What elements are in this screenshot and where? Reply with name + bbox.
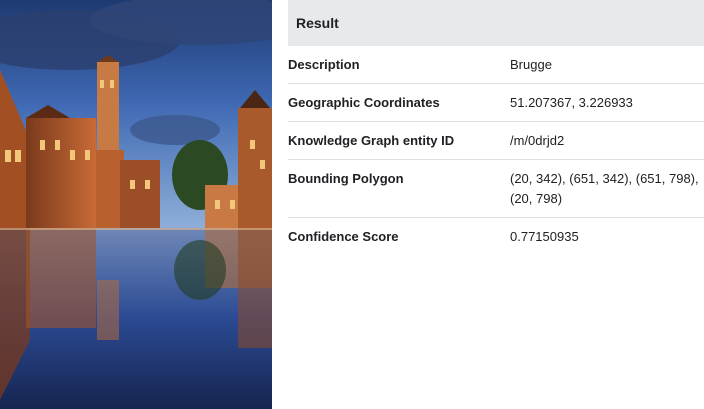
geographic-coordinates-label: Geographic Coordinates — [288, 95, 440, 110]
row-description: Description Brugge — [288, 46, 704, 84]
result-panel: Result Description Brugge Geographic Coo… — [288, 0, 704, 409]
landmark-photo — [0, 0, 272, 409]
landmark-image — [0, 0, 272, 409]
description-value: Brugge — [510, 57, 552, 72]
result-header: Result — [288, 0, 704, 46]
row-confidence-score: Confidence Score 0.77150935 — [288, 218, 704, 255]
bounding-polygon-value: (20, 342), (651, 342), (651, 798), (20, … — [510, 171, 699, 206]
row-knowledge-graph-id: Knowledge Graph entity ID /m/0drjd2 — [288, 122, 704, 160]
bounding-polygon-label: Bounding Polygon — [288, 171, 404, 186]
description-label: Description — [288, 57, 360, 72]
confidence-score-value: 0.77150935 — [510, 229, 579, 244]
geographic-coordinates-value: 51.207367, 3.226933 — [510, 95, 633, 110]
knowledge-graph-id-value: /m/0drjd2 — [510, 133, 565, 148]
knowledge-graph-id-label: Knowledge Graph entity ID — [288, 133, 455, 148]
row-bounding-polygon: Bounding Polygon (20, 342), (651, 342), … — [288, 160, 704, 218]
row-geographic-coordinates: Geographic Coordinates 51.207367, 3.2269… — [288, 84, 704, 122]
confidence-score-label: Confidence Score — [288, 229, 399, 244]
